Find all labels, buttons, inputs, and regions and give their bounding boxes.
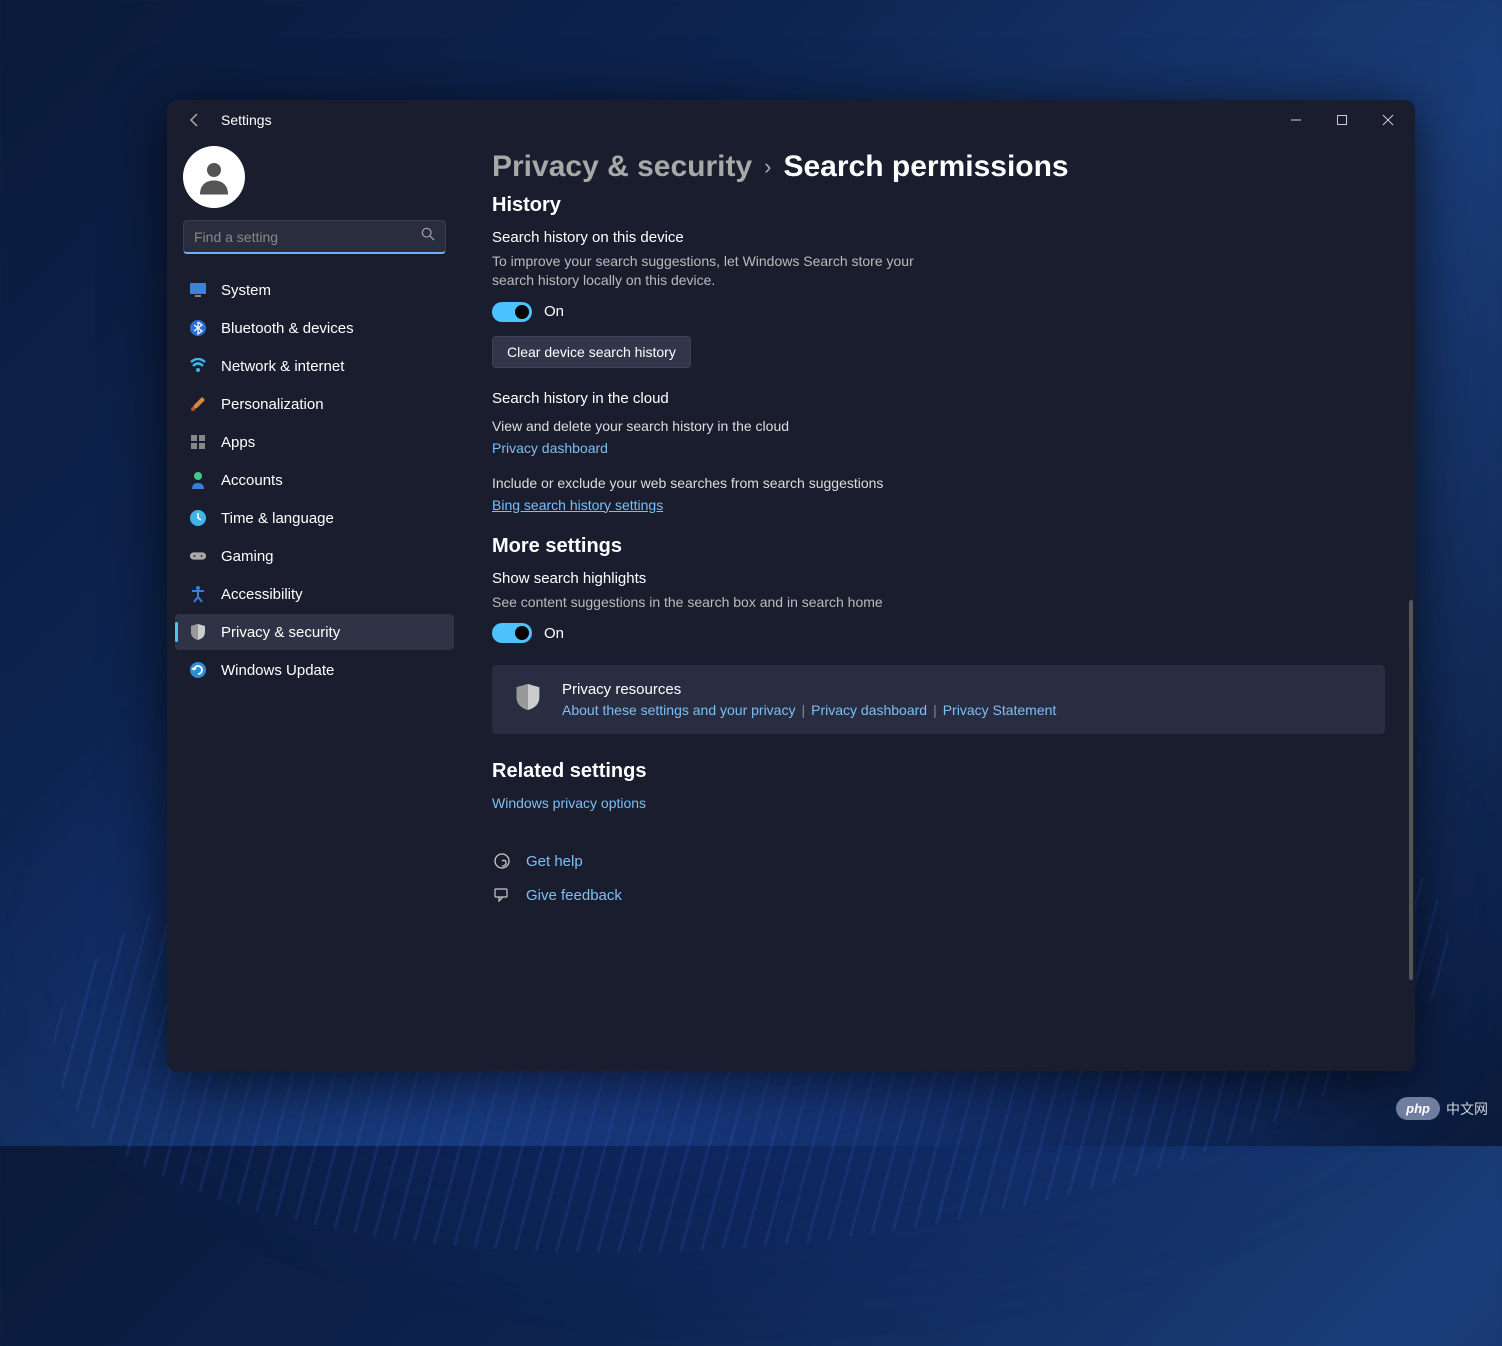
sidebar-item-network[interactable]: Network & internet bbox=[175, 348, 454, 384]
breadcrumb-current: Search permissions bbox=[783, 150, 1068, 184]
sidebar-item-update[interactable]: Windows Update bbox=[175, 652, 454, 688]
settings-window: Settings bbox=[167, 100, 1415, 1071]
sidebar-item-label: Personalization bbox=[221, 396, 324, 413]
maximize-icon bbox=[1336, 114, 1348, 126]
search-history-toggle[interactable] bbox=[492, 302, 532, 322]
give-feedback-link[interactable]: Give feedback bbox=[492, 885, 1385, 905]
wifi-icon bbox=[189, 357, 207, 375]
sidebar-item-label: Gaming bbox=[221, 548, 274, 565]
sidebar-item-label: Network & internet bbox=[221, 358, 344, 375]
nav-list: System Bluetooth & devices Network & int… bbox=[167, 268, 462, 692]
clear-history-button[interactable]: Clear device search history bbox=[492, 336, 691, 368]
sidebar-item-label: Accounts bbox=[221, 472, 283, 489]
setting-title: Search history in the cloud bbox=[492, 390, 1385, 407]
sidebar-item-label: Apps bbox=[221, 434, 255, 451]
sidebar-item-bluetooth[interactable]: Bluetooth & devices bbox=[175, 310, 454, 346]
resource-link[interactable]: Privacy dashboard bbox=[811, 702, 927, 718]
privacy-dashboard-link[interactable]: Privacy dashboard bbox=[492, 440, 1385, 456]
sidebar-item-system[interactable]: System bbox=[175, 272, 454, 308]
section-heading-related: Related settings bbox=[492, 760, 1385, 783]
setting-description: Include or exclude your web searches fro… bbox=[492, 474, 922, 493]
titlebar: Settings bbox=[167, 100, 1415, 140]
section-heading-more: More settings bbox=[492, 535, 1385, 558]
clock-icon bbox=[189, 509, 207, 527]
sidebar-item-gaming[interactable]: Gaming bbox=[175, 538, 454, 574]
back-button[interactable] bbox=[183, 108, 207, 132]
feedback-label: Give feedback bbox=[526, 887, 622, 904]
sidebar-item-label: Privacy & security bbox=[221, 624, 340, 641]
gamepad-icon bbox=[189, 547, 207, 565]
account-icon bbox=[189, 471, 207, 489]
sidebar-item-personalization[interactable]: Personalization bbox=[175, 386, 454, 422]
app-title: Settings bbox=[221, 112, 272, 128]
get-help-link[interactable]: Get help bbox=[492, 851, 1385, 871]
help-label: Get help bbox=[526, 853, 583, 870]
close-button[interactable] bbox=[1365, 104, 1411, 136]
watermark: php 中文网 bbox=[1396, 1097, 1488, 1120]
accessibility-icon bbox=[189, 585, 207, 603]
toggle-state-label: On bbox=[544, 625, 564, 642]
resource-link[interactable]: Privacy Statement bbox=[943, 702, 1057, 718]
windows-privacy-link[interactable]: Windows privacy options bbox=[492, 795, 1385, 811]
minimize-button[interactable] bbox=[1273, 104, 1319, 136]
maximize-button[interactable] bbox=[1319, 104, 1365, 136]
update-icon bbox=[189, 661, 207, 679]
setting-title: Search history on this device bbox=[492, 229, 1385, 246]
shield-icon bbox=[189, 623, 207, 641]
breadcrumb-parent[interactable]: Privacy & security bbox=[492, 150, 752, 184]
sidebar-item-apps[interactable]: Apps bbox=[175, 424, 454, 460]
setting-description: To improve your search suggestions, let … bbox=[492, 252, 922, 290]
watermark-text: 中文网 bbox=[1446, 1099, 1488, 1119]
toggle-state-label: On bbox=[544, 303, 564, 320]
user-avatar[interactable] bbox=[183, 146, 245, 208]
sidebar-item-label: Accessibility bbox=[221, 586, 303, 603]
person-icon bbox=[193, 156, 235, 198]
apps-icon bbox=[189, 433, 207, 451]
setting-title: Show search highlights bbox=[492, 570, 1385, 587]
sidebar-item-label: Time & language bbox=[221, 510, 334, 527]
shield-icon bbox=[512, 681, 544, 713]
sidebar-item-accounts[interactable]: Accounts bbox=[175, 462, 454, 498]
sidebar-item-accessibility[interactable]: Accessibility bbox=[175, 576, 454, 612]
display-icon bbox=[189, 281, 207, 299]
section-heading-history: History bbox=[492, 194, 1385, 217]
setting-description: View and delete your search history in t… bbox=[492, 417, 922, 436]
sidebar-item-privacy[interactable]: Privacy & security bbox=[175, 614, 454, 650]
privacy-resources-card: Privacy resources About these settings a… bbox=[492, 665, 1385, 734]
setting-description: See content suggestions in the search bo… bbox=[492, 593, 922, 612]
breadcrumb: Privacy & security › Search permissions bbox=[492, 150, 1385, 184]
sidebar: System Bluetooth & devices Network & int… bbox=[167, 140, 462, 1071]
search-icon bbox=[421, 227, 435, 246]
main-content[interactable]: Privacy & security › Search permissions … bbox=[462, 140, 1415, 1071]
search-input-wrap[interactable] bbox=[183, 220, 446, 254]
chevron-right-icon: › bbox=[764, 154, 771, 180]
watermark-badge: php bbox=[1396, 1097, 1440, 1120]
search-highlights-toggle[interactable] bbox=[492, 623, 532, 643]
sidebar-item-label: Windows Update bbox=[221, 662, 334, 679]
sidebar-item-label: Bluetooth & devices bbox=[221, 320, 354, 337]
help-icon bbox=[492, 851, 512, 871]
resources-title: Privacy resources bbox=[562, 681, 1365, 698]
feedback-icon bbox=[492, 885, 512, 905]
resource-link[interactable]: About these settings and your privacy bbox=[562, 702, 795, 718]
scrollbar-thumb[interactable] bbox=[1409, 600, 1413, 980]
sidebar-item-time[interactable]: Time & language bbox=[175, 500, 454, 536]
close-icon bbox=[1382, 114, 1394, 126]
sidebar-item-label: System bbox=[221, 282, 271, 299]
minimize-icon bbox=[1290, 114, 1302, 126]
bing-history-link[interactable]: Bing search history settings bbox=[492, 497, 1385, 513]
search-input[interactable] bbox=[194, 229, 421, 245]
bluetooth-icon bbox=[189, 319, 207, 337]
paintbrush-icon bbox=[189, 395, 207, 413]
